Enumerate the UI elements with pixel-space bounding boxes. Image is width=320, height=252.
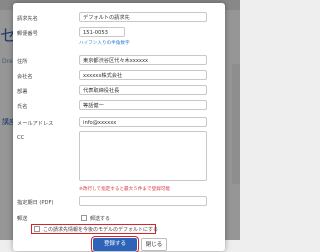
person-name-field[interactable]: 等話健一	[79, 100, 207, 110]
billing-name-field[interactable]: デフォルトの請求先	[79, 12, 207, 22]
company-label: 会社名	[17, 74, 33, 80]
person-label: 氏名	[17, 104, 28, 110]
email-field[interactable]: info@xxxxxx	[79, 117, 207, 127]
department-label: 部署	[17, 89, 28, 95]
department-field[interactable]: 代表取締役社長	[79, 85, 207, 95]
cc-label: CC	[17, 135, 25, 141]
address-field[interactable]: 東京都渋谷区代々木xxxxxx	[79, 55, 207, 65]
postal-checkbox[interactable]	[81, 215, 87, 221]
zip-label: 郵便番号	[17, 31, 38, 37]
postal-check-label: 郵送する	[90, 216, 111, 222]
zip-field[interactable]: 151-0053	[79, 27, 125, 37]
postal-label: 郵送	[17, 216, 28, 222]
cc-note: ※改行して指定すると最大５件まで登録可能	[79, 187, 170, 192]
email-label: メールアドレス	[17, 121, 54, 127]
invoice-date-field[interactable]	[79, 196, 207, 206]
cc-textarea[interactable]	[79, 131, 207, 181]
zip-note: ハイフン入りの半角数字	[79, 41, 130, 46]
company-field[interactable]: xxxxxx株式会社	[79, 70, 207, 80]
invoice-date-label: 指定期日 (PDF)	[17, 200, 54, 206]
billing-address-modal: 請求先名 デフォルトの請求先 郵便番号 151-0053 ハイフン入りの半角数字…	[13, 3, 225, 252]
address-label: 住所	[17, 59, 28, 65]
name-label: 請求先名	[17, 16, 38, 22]
default-check-label: この請求先情報を今後のモデルのデフォルトにする	[43, 227, 159, 233]
default-checkbox[interactable]	[34, 226, 40, 232]
